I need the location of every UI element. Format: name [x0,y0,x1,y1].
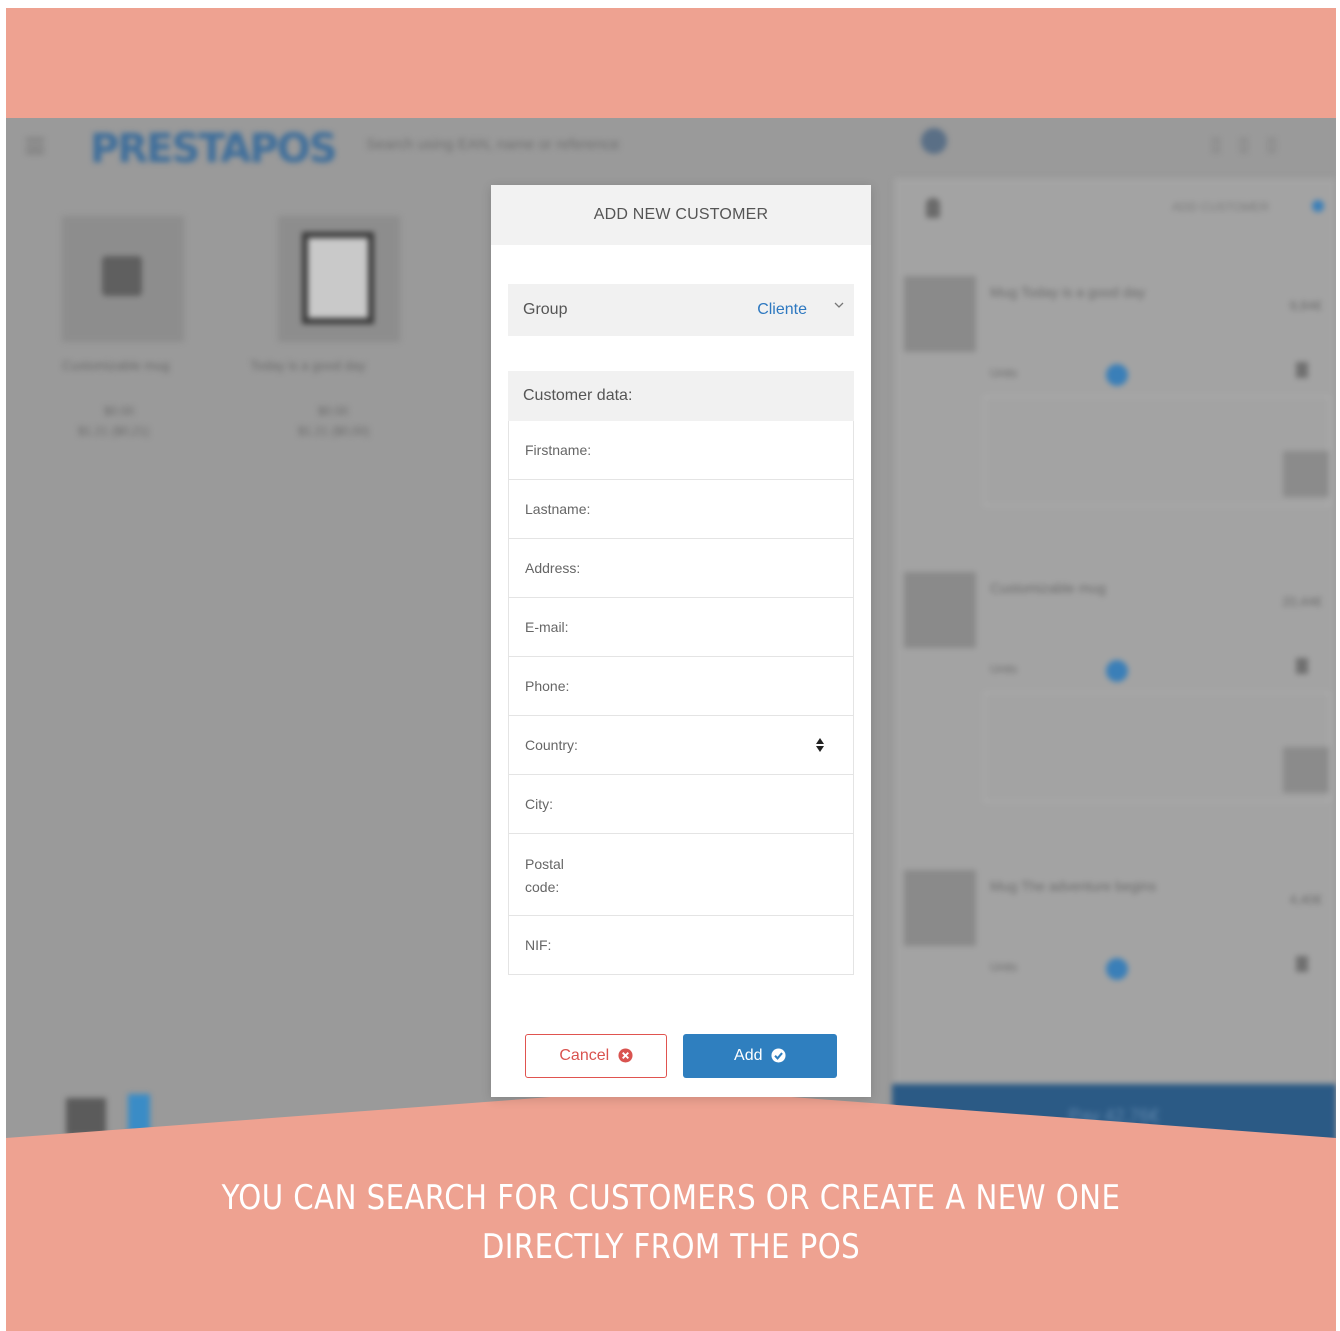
cart-item-price: 20,44€ [1282,594,1322,609]
product-name: Today is a good day [250,358,366,373]
cart-item: Mug Today is a good day 9,84€ Units [900,276,1330,526]
cart-item-thumbnail [904,870,976,946]
grid-view-icon [66,1098,106,1136]
cart-item-qty: Units [990,366,1018,380]
cart-item-title: Mug Today is a good day [990,284,1146,300]
address-label: Address: [525,560,581,576]
firstname-label: Firstname: [525,442,592,458]
caption-line-1: YOU CAN SEARCH FOR CUSTOMERS OR CREATE A… [221,1178,1121,1218]
promo-caption: YOU CAN SEARCH FOR CUSTOMERS OR CREATE A… [99,1174,1243,1272]
cart-icon [921,128,947,154]
top-decorative-band [6,8,1336,118]
country-label: Country: [525,737,578,753]
cancel-button[interactable]: Cancel [525,1034,667,1078]
modal-title: ADD NEW CUSTOMER [491,185,871,245]
background-search-input: Search using EAN, name or reference [366,136,620,153]
firstname-field[interactable]: Firstname: [508,421,854,480]
sort-icon[interactable] [815,737,825,753]
postal-code-label: Postal code: [525,853,585,899]
caption-line-2: DIRECTLY FROM THE POS [481,1227,861,1267]
cart-item: Customizable mug 20,44€ Units [900,572,1330,822]
nif-field[interactable]: NIF: [508,916,854,975]
cancel-button-label: Cancel [559,1047,610,1064]
cart-item-title: Mug The adventure begins [990,878,1157,894]
group-select[interactable]: Group Cliente [508,284,854,336]
lastname-field[interactable]: Lastname: [508,480,854,539]
customer-data-section: Customer data: Firstname: Lastname: Addr… [508,371,854,975]
background-cart-panel: ADD CUSTOMER Mug Today is a good day 9,8… [894,178,1336,1158]
product-thumbnail [62,216,184,342]
lastname-label: Lastname: [525,501,591,517]
cart-item-qty: Units [990,960,1018,974]
add-button[interactable]: Add [683,1034,837,1078]
product-subprice: $1.21 ($0,00) [298,424,370,438]
add-button-label: Add [734,1047,763,1064]
cart-item-thumbnail [904,572,976,648]
phone-field[interactable]: Phone: [508,657,854,716]
trash-icon [1296,956,1308,972]
add-customer-link: ADD CUSTOMER [1172,200,1270,214]
product-price: $0.00 [318,404,349,418]
product-thumbnail [278,216,400,342]
frame-icon [302,232,374,324]
chevron-down-icon[interactable] [834,300,844,310]
cart-item-qty: Units [990,662,1018,676]
city-field[interactable]: City: [508,775,854,834]
close-circle-icon [618,1048,633,1063]
cart-item: Mug The adventure begins 4,40€ Units [900,870,1330,1120]
user-icon [926,198,940,218]
cart-item-title: Customizable mug [990,580,1106,596]
trash-icon [1296,658,1308,674]
menu-icon [26,138,44,154]
phone-label: Phone: [525,678,570,694]
email-field[interactable]: E-mail: [508,598,854,657]
plus-circle-icon [1106,364,1128,386]
add-customer-modal: ADD NEW CUSTOMER Group Cliente Customer … [491,185,871,1097]
cart-item-price: 9,84€ [1289,298,1322,313]
background-topbar: PRESTAPOS Search using EAN, name or refe… [6,118,1336,178]
discount-icon [1283,747,1329,793]
address-field[interactable]: Address: [508,539,854,598]
nif-label: NIF: [525,937,552,953]
cart-item-detail-box [984,396,1330,506]
customer-data-heading: Customer data: [508,371,854,421]
promo-frame: PRESTAPOS Search using EAN, name or refe… [6,8,1336,1331]
product-price: $0.00 [104,404,135,418]
toolbar-icons: ▯▯▯ [1211,134,1295,154]
postal-code-field[interactable]: Postal code: [508,834,854,916]
group-value[interactable]: Cliente [757,301,807,319]
email-label: E-mail: [525,619,569,635]
prestapos-logo: PRESTAPOS [90,126,338,172]
cart-item-detail-box [984,692,1330,802]
plus-circle-icon [1106,958,1128,980]
trash-icon [1296,362,1308,378]
city-label: City: [525,796,553,812]
plus-circle-icon [1106,660,1128,682]
cart-item-price: 4,40€ [1289,892,1322,907]
postal-code-label-line-1: Postal [525,856,564,872]
product-name: Customizable mug [62,358,170,373]
check-circle-icon [771,1048,786,1063]
country-select[interactable]: Country: [508,716,854,775]
discount-icon [1283,451,1329,497]
cart-item-thumbnail [904,276,976,352]
group-label: Group [523,301,568,318]
mug-icon [102,256,142,296]
plus-icon [1312,200,1324,212]
product-subprice: $1.21 ($0,21) [78,424,150,438]
postal-code-label-line-2: code: [525,879,560,895]
